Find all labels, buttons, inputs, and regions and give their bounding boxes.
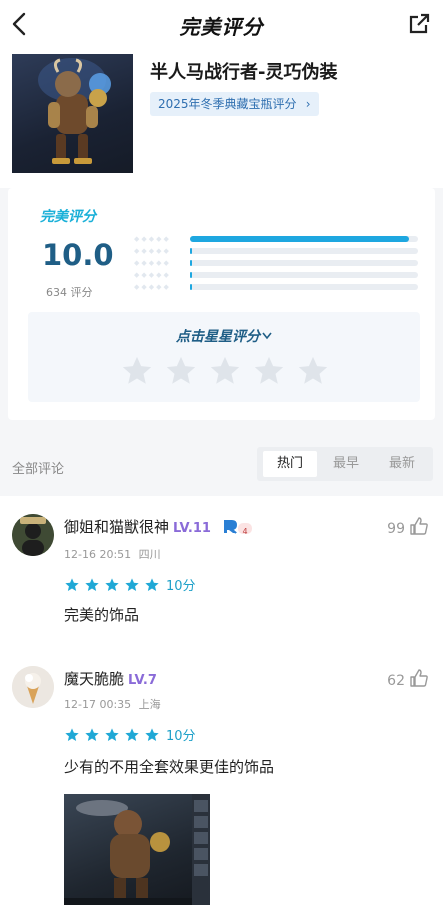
comment-rating: 10分 — [64, 724, 196, 744]
chevron-right-icon: › — [305, 97, 311, 111]
comment-item: 御姐和猫獣很神 LV.11 4 12-16 20:51 四川 99 10分 完美的… — [0, 496, 443, 644]
distribution-fill — [190, 260, 192, 266]
comment-text: 少有的不用全套效果更佳的饰品 — [64, 758, 275, 776]
rating-brand: 完美评分 — [40, 209, 96, 225]
distribution-row: ◆◆◆◆◆ — [134, 271, 424, 279]
comment-photo-image — [64, 794, 210, 905]
star-filled-icon — [85, 727, 99, 741]
distribution-stars-placeholder: ◆◆◆◆◆ — [134, 283, 171, 291]
star-filled-icon — [145, 727, 159, 741]
comments-header: 全部评论 热门 最早 最新 — [0, 440, 443, 488]
star-outline-icon[interactable] — [208, 354, 242, 388]
chevron-down-icon — [262, 332, 272, 340]
distribution-stars-placeholder: ◆◆◆◆◆ — [134, 235, 171, 243]
all-comments-label: 全部评论 — [12, 462, 65, 477]
distribution-row: ◆◆◆◆◆ — [134, 247, 424, 255]
like-button[interactable]: 62 — [387, 668, 429, 689]
star-filled-icon — [65, 727, 79, 741]
star-outline-icon[interactable] — [120, 354, 154, 388]
user-badge-number: 4 — [242, 527, 248, 536]
distribution-fill — [190, 236, 409, 242]
distribution-row: ◆◆◆◆◆ — [134, 235, 424, 243]
distribution-row: ◆◆◆◆◆ — [134, 259, 424, 267]
distribution-stars-placeholder: ◆◆◆◆◆ — [134, 247, 171, 255]
distribution-fill — [190, 248, 192, 254]
star-outline-icon[interactable] — [164, 354, 198, 388]
top-bar: 完美评分 — [0, 0, 443, 48]
rate-prompt-label: 点击星星评分 — [176, 329, 260, 345]
like-count: 62 — [387, 673, 405, 689]
season-rating-tag[interactable]: 2025年冬季典藏宝瓶评分 › — [150, 92, 319, 116]
avatar[interactable] — [12, 514, 54, 556]
like-count: 99 — [387, 521, 405, 537]
distribution-track — [190, 284, 418, 290]
distribution-row: ◆◆◆◆◆ — [134, 283, 424, 291]
comment-location: 上海 — [138, 698, 161, 711]
comment-rating: 10分 — [64, 574, 196, 594]
season-rating-tag-label: 2025年冬季典藏宝瓶评分 — [158, 97, 297, 111]
rate-star-row — [120, 354, 330, 390]
star-outline-icon[interactable] — [296, 354, 330, 388]
star-filled-icon — [105, 727, 119, 741]
thumbs-up-icon — [410, 517, 428, 535]
item-header: 半人马战行者-灵巧伪装 2025年冬季典藏宝瓶评分 › — [0, 48, 443, 188]
distribution-track — [190, 248, 418, 254]
star-outline-icon[interactable] — [252, 354, 286, 388]
item-title: 半人马战行者-灵巧伪装 — [150, 62, 338, 83]
rate-prompt: 点击星星评分 — [28, 326, 420, 346]
distribution-track — [190, 260, 418, 266]
comment-text: 完美的饰品 — [64, 606, 140, 624]
star-filled-icon — [145, 577, 159, 591]
rating-count: 634 评分 — [46, 286, 93, 299]
tab-hot[interactable]: 热门 — [263, 451, 317, 477]
comment-score: 10分 — [166, 729, 196, 744]
comment-location: 四川 — [138, 548, 161, 561]
tab-latest[interactable]: 最新 — [375, 451, 429, 477]
comment-score: 10分 — [166, 579, 196, 594]
screen: 完美评分 半人马战行者-灵巧伪装 2025年冬季典藏宝瓶评分 › 完美评分 10… — [0, 0, 443, 905]
distribution-fill — [190, 284, 192, 290]
comment-username[interactable]: 御姐和猫獣很神 LV.11 4 — [64, 516, 266, 537]
avatar-image — [12, 514, 54, 556]
user-level: LV.11 — [173, 521, 211, 536]
rate-panel: 点击星星评分 — [28, 312, 420, 402]
user-level: LV.7 — [128, 673, 157, 688]
share-icon[interactable] — [407, 12, 431, 36]
avatar[interactable] — [12, 666, 54, 708]
comment-datetime: 12-17 00:35 — [64, 698, 132, 711]
star-filled-icon — [105, 577, 119, 591]
distribution-stars-placeholder: ◆◆◆◆◆ — [134, 259, 171, 267]
distribution-track — [190, 272, 418, 278]
username-text: 御姐和猫獣很神 — [64, 518, 170, 536]
username-text: 魔天脆脆 — [64, 670, 125, 688]
sort-tabs: 热门 最早 最新 — [257, 447, 433, 481]
comment-meta: 12-17 00:35 上海 — [64, 696, 161, 712]
comment-datetime: 12-16 20:51 — [64, 548, 132, 561]
average-score: 10.0 — [42, 238, 114, 272]
distribution-track — [190, 236, 418, 242]
distribution-fill — [190, 272, 192, 278]
star-filled-icon — [125, 727, 139, 741]
item-artwork — [38, 58, 111, 164]
comment-meta: 12-16 20:51 四川 — [64, 546, 161, 562]
app-logo: 完美评分 — [179, 15, 264, 39]
rating-card: 完美评分 10.0 634 评分 ◆◆◆◆◆ ◆◆◆◆◆ ◆◆◆◆◆ ◆◆◆◆◆ ◆◆◆… — [8, 188, 435, 420]
item-thumbnail[interactable] — [12, 54, 133, 173]
distribution-stars-placeholder: ◆◆◆◆◆ — [134, 271, 171, 279]
comment-photo[interactable] — [64, 794, 210, 905]
star-filled-icon — [65, 577, 79, 591]
comment-item: 魔天脆脆 LV.7 12-17 00:35 上海 62 10分 少有的不用全套效果… — [0, 644, 443, 905]
user-badge-icon — [223, 520, 252, 534]
star-filled-icon — [125, 577, 139, 591]
like-button[interactable]: 99 — [387, 516, 429, 537]
thumbs-up-icon — [410, 669, 428, 687]
rating-distribution: ◆◆◆◆◆ ◆◆◆◆◆ ◆◆◆◆◆ ◆◆◆◆◆ ◆◆◆◆◆ — [134, 235, 424, 292]
tab-earliest[interactable]: 最早 — [319, 451, 373, 477]
avatar-image — [12, 666, 54, 708]
star-filled-icon — [85, 577, 99, 591]
comment-username[interactable]: 魔天脆脆 LV.7 — [64, 668, 157, 689]
